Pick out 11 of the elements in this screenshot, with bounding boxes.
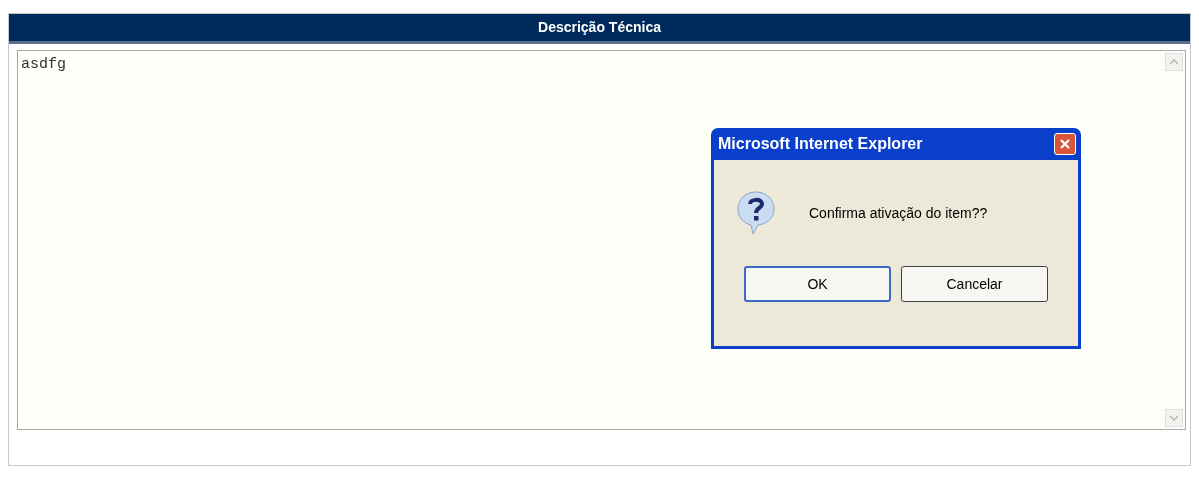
panel-title: Descrição Técnica xyxy=(538,18,661,37)
dialog-button[interactable]: Cancelar xyxy=(901,266,1048,302)
dialog-button[interactable]: OK xyxy=(744,266,891,302)
dialog-message: Confirma ativação do item?? xyxy=(809,203,988,223)
textarea-text: asdfg xyxy=(20,55,67,75)
close-icon xyxy=(1059,138,1071,150)
close-button[interactable] xyxy=(1054,133,1076,155)
scroll-up-icon[interactable] xyxy=(1165,53,1183,71)
question-icon xyxy=(736,190,776,236)
dialog-title: Microsoft Internet Explorer xyxy=(718,134,923,154)
scroll-down-icon[interactable] xyxy=(1165,409,1183,427)
